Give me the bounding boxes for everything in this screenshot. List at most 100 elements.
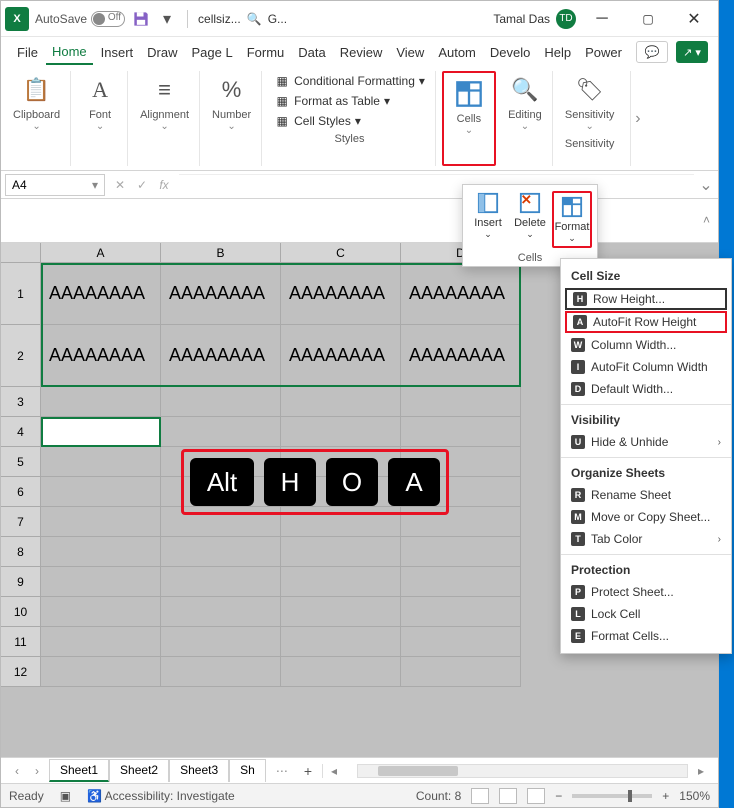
save-icon[interactable] — [131, 9, 151, 29]
tab-power[interactable]: Power — [579, 41, 628, 64]
collapse-ribbon-icon[interactable]: ˄ — [703, 213, 710, 227]
cell-B1[interactable]: AAAAAAAA — [161, 263, 281, 325]
chevron-down-icon[interactable]: ▾ — [92, 178, 98, 192]
zoom-in-icon[interactable]: + — [662, 789, 669, 803]
row-header[interactable]: 3 — [1, 387, 41, 417]
column-header[interactable]: C — [281, 243, 401, 263]
sheet-tab[interactable]: Sh — [229, 759, 266, 782]
format-cells-button[interactable]: Format⌄ — [552, 191, 592, 248]
cell-B10[interactable] — [161, 597, 281, 627]
row-header[interactable]: 4 — [1, 417, 41, 447]
sheet-tab[interactable]: Sheet1 — [49, 759, 109, 782]
cancel-formula-icon[interactable]: ✕ — [109, 174, 131, 196]
cells-group[interactable]: Cells ⌄ — [442, 71, 496, 166]
tab-color-item[interactable]: TTab Color› — [561, 528, 731, 550]
cell-C11[interactable] — [281, 627, 401, 657]
cell-C9[interactable] — [281, 567, 401, 597]
enter-formula-icon[interactable]: ✓ — [131, 174, 153, 196]
row-header[interactable]: 11 — [1, 627, 41, 657]
tab-draw[interactable]: Draw — [141, 41, 183, 64]
format-cells-item[interactable]: EFormat Cells... — [561, 625, 731, 647]
row-height-item[interactable]: HRow Height... — [565, 288, 727, 310]
number-group[interactable]: % Number ⌄ — [206, 71, 262, 166]
normal-view-icon[interactable] — [471, 788, 489, 804]
tab-pagel[interactable]: Page L — [186, 41, 239, 64]
cell-D1[interactable]: AAAAAAAA — [401, 263, 521, 325]
cell-D4[interactable] — [401, 417, 521, 447]
tab-file[interactable]: File — [11, 41, 44, 64]
cell-A9[interactable] — [41, 567, 161, 597]
cell-A12[interactable] — [41, 657, 161, 687]
row-header[interactable]: 7 — [1, 507, 41, 537]
column-header[interactable]: A — [41, 243, 161, 263]
cell-B9[interactable] — [161, 567, 281, 597]
active-cell[interactable] — [41, 417, 161, 447]
font-group[interactable]: A Font ⌄ — [77, 71, 128, 166]
autofit-row-height-item[interactable]: AAutoFit Row Height — [565, 311, 727, 333]
tab-insert[interactable]: Insert — [95, 41, 140, 64]
tab-view[interactable]: View — [390, 41, 430, 64]
insert-cells-button[interactable]: Insert⌄ — [468, 191, 508, 248]
minimize-button[interactable] — [582, 1, 622, 37]
delete-cells-button[interactable]: Delete⌄ — [510, 191, 550, 248]
pagebreak-view-icon[interactable] — [527, 788, 545, 804]
qat-dropdown-icon[interactable]: ▾ — [157, 9, 177, 29]
cell-D11[interactable] — [401, 627, 521, 657]
lock-cell-item[interactable]: LLock Cell — [561, 603, 731, 625]
sensitivity-group[interactable]: 🏷 Sensitivity ⌄ Sensitivity — [559, 71, 625, 166]
cell-C10[interactable] — [281, 597, 401, 627]
cell-A2[interactable]: AAAAAAAA — [41, 325, 161, 387]
column-width-item[interactable]: WColumn Width... — [561, 334, 731, 356]
cell-D9[interactable] — [401, 567, 521, 597]
row-header[interactable]: 1 — [1, 263, 41, 325]
zoom-slider[interactable] — [572, 794, 652, 798]
cell-C4[interactable] — [281, 417, 401, 447]
row-headers[interactable]: 123456789101112 — [1, 263, 41, 687]
scroll-thumb[interactable] — [378, 766, 458, 776]
autofit-column-width-item[interactable]: IAutoFit Column Width — [561, 356, 731, 378]
row-header[interactable]: 5 — [1, 447, 41, 477]
sheet-tab[interactable]: Sheet2 — [109, 759, 169, 782]
cell-A5[interactable] — [41, 447, 161, 477]
sheets-more-icon[interactable]: ⋯ — [270, 764, 294, 778]
row-header[interactable]: 10 — [1, 597, 41, 627]
row-header[interactable]: 9 — [1, 567, 41, 597]
cell-B8[interactable] — [161, 537, 281, 567]
comments-button[interactable]: 💬 — [636, 41, 668, 63]
editing-group[interactable]: 🔍 Editing ⌄ — [502, 71, 553, 166]
horizontal-scrollbar[interactable] — [357, 764, 688, 778]
default-width-item[interactable]: DDefault Width... — [561, 378, 731, 400]
cell-A10[interactable] — [41, 597, 161, 627]
autosave-toggle[interactable]: AutoSave Off — [35, 11, 125, 27]
tab-help[interactable]: Help — [538, 41, 577, 64]
cell-D2[interactable]: AAAAAAAA — [401, 325, 521, 387]
row-header[interactable]: 6 — [1, 477, 41, 507]
cell-B3[interactable] — [161, 387, 281, 417]
protect-sheet-item[interactable]: PProtect Sheet... — [561, 581, 731, 603]
cell-D8[interactable] — [401, 537, 521, 567]
cell-A3[interactable] — [41, 387, 161, 417]
expand-formula-icon[interactable]: ⌄ — [694, 175, 718, 195]
close-button[interactable] — [674, 1, 714, 37]
tab-data[interactable]: Data — [292, 41, 331, 64]
tab-home[interactable]: Home — [46, 40, 93, 65]
ribbon-overflow-icon[interactable]: › — [630, 71, 644, 166]
cell-D3[interactable] — [401, 387, 521, 417]
maximize-button[interactable] — [628, 1, 668, 37]
share-button[interactable]: ↗ ▾ — [676, 41, 708, 63]
zoom-level[interactable]: 150% — [679, 789, 710, 803]
row-header[interactable]: 2 — [1, 325, 41, 387]
alignment-group[interactable]: ≡ Alignment ⌄ — [134, 71, 200, 166]
scrollbar-right-icon[interactable]: ▸ — [692, 764, 710, 778]
sheet-next-icon[interactable]: › — [29, 764, 45, 778]
filename[interactable]: cellsiz... — [198, 12, 241, 26]
avatar[interactable]: TD — [556, 9, 576, 29]
sheet-tab[interactable]: Sheet3 — [169, 759, 229, 782]
cell-C2[interactable]: AAAAAAAA — [281, 325, 401, 387]
tab-develo[interactable]: Develo — [484, 41, 536, 64]
search-placeholder[interactable]: G... — [268, 12, 287, 26]
cell-B11[interactable] — [161, 627, 281, 657]
name-box[interactable]: A4▾ — [5, 174, 105, 196]
tab-review[interactable]: Review — [334, 41, 389, 64]
rename-sheet-item[interactable]: RRename Sheet — [561, 484, 731, 506]
